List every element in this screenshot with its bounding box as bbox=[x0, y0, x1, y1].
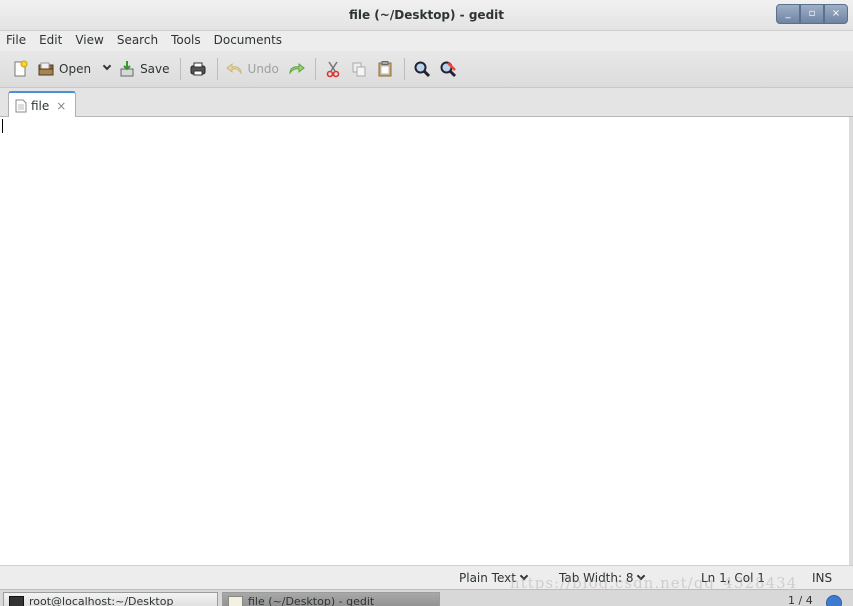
new-document-icon bbox=[11, 60, 29, 78]
menubar: File Edit View Search Tools Documents bbox=[0, 31, 853, 51]
redo-button[interactable] bbox=[284, 55, 308, 83]
tab-label: file bbox=[31, 98, 50, 113]
cut-button[interactable] bbox=[321, 55, 345, 83]
workspace-indicator-icon[interactable] bbox=[826, 595, 842, 606]
undo-button[interactable]: Undo bbox=[223, 55, 282, 83]
menu-file[interactable]: File bbox=[6, 31, 26, 51]
toolbar: Open Save Undo bbox=[0, 51, 853, 88]
window-titlebar[interactable]: file (~/Desktop) - gedit _ ▫ × bbox=[0, 0, 853, 31]
save-button[interactable]: Save bbox=[115, 55, 172, 83]
minimize-button[interactable]: _ bbox=[776, 4, 800, 24]
window-controls: _ ▫ × bbox=[776, 4, 848, 24]
open-button[interactable]: Open bbox=[34, 55, 94, 83]
undo-icon bbox=[225, 60, 244, 78]
workspace-pager[interactable]: 1 / 4 bbox=[788, 594, 813, 606]
taskbar-item-terminal[interactable]: root@localhost:~/Desktop bbox=[3, 592, 218, 606]
redo-icon bbox=[287, 60, 305, 78]
maximize-button[interactable]: ▫ bbox=[800, 4, 824, 24]
insert-mode: INS bbox=[812, 571, 833, 585]
undo-label: Undo bbox=[247, 62, 279, 76]
open-dropdown-button[interactable] bbox=[96, 55, 113, 83]
vertical-scrollbar[interactable] bbox=[849, 117, 853, 565]
toolbar-separator bbox=[314, 58, 316, 80]
clipboard-icon bbox=[376, 60, 394, 78]
toolbar-separator bbox=[179, 58, 181, 80]
language-label: Plain Text bbox=[459, 571, 516, 585]
copy-icon bbox=[350, 60, 368, 78]
terminal-icon bbox=[9, 596, 24, 606]
save-label: Save bbox=[140, 62, 170, 76]
menu-view[interactable]: View bbox=[75, 31, 103, 51]
find-button[interactable] bbox=[410, 55, 434, 83]
toolbar-separator bbox=[403, 58, 405, 80]
chevron-down-icon bbox=[102, 61, 112, 71]
save-icon bbox=[118, 60, 136, 78]
printer-icon bbox=[189, 60, 207, 78]
scissors-icon bbox=[324, 60, 342, 78]
new-button[interactable] bbox=[8, 55, 32, 83]
menu-search[interactable]: Search bbox=[117, 31, 158, 51]
menu-documents[interactable]: Documents bbox=[214, 31, 282, 51]
print-button[interactable] bbox=[186, 55, 210, 83]
find-replace-icon bbox=[439, 60, 457, 78]
gedit-icon bbox=[228, 596, 243, 606]
taskbar-item-gedit[interactable]: file (~/Desktop) - gedit bbox=[222, 592, 440, 606]
find-replace-button[interactable] bbox=[436, 55, 460, 83]
open-label: Open bbox=[59, 62, 92, 76]
menu-tools[interactable]: Tools bbox=[171, 31, 201, 51]
text-cursor bbox=[2, 119, 3, 133]
menu-edit[interactable]: Edit bbox=[39, 31, 62, 51]
text-editor[interactable] bbox=[0, 117, 849, 565]
copy-button[interactable] bbox=[347, 55, 371, 83]
tab-close-icon[interactable]: × bbox=[56, 99, 66, 113]
close-window-button[interactable]: × bbox=[824, 4, 848, 24]
taskbar-item-label: root@localhost:~/Desktop bbox=[29, 595, 174, 606]
folder-open-icon bbox=[37, 60, 55, 78]
document-tabs: file × bbox=[0, 88, 853, 118]
window-title: file (~/Desktop) - gedit bbox=[348, 8, 505, 22]
taskbar: root@localhost:~/Desktop file (~/Desktop… bbox=[0, 589, 853, 606]
text-file-icon bbox=[15, 99, 27, 113]
taskbar-item-label: file (~/Desktop) - gedit bbox=[248, 595, 375, 606]
toolbar-separator bbox=[216, 58, 218, 80]
paste-button[interactable] bbox=[373, 55, 397, 83]
search-icon bbox=[413, 60, 431, 78]
tab-file[interactable]: file × bbox=[8, 91, 76, 118]
